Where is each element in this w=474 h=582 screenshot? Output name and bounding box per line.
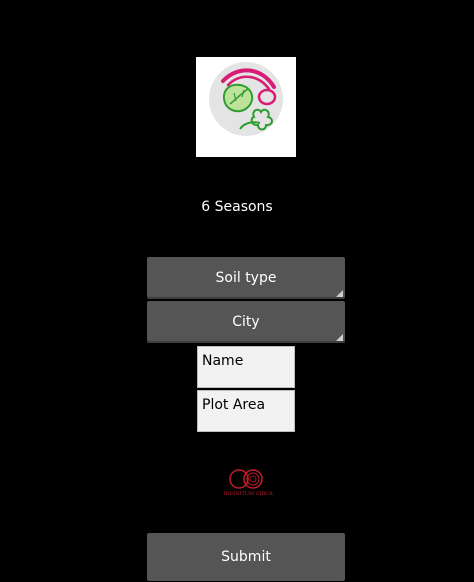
plot-area-input[interactable]: Plot Area (197, 390, 295, 432)
city-dropdown[interactable]: City (147, 301, 345, 343)
dropdown-arrow-icon (336, 334, 343, 341)
logo-caption: 6 seasons (221, 143, 271, 154)
submit-button[interactable]: Submit (147, 533, 345, 581)
sponsor-logo: INFINITUM CIRCA (217, 466, 279, 498)
dropdown-arrow-icon (336, 290, 343, 297)
vegetables-icon (209, 62, 283, 136)
app-title: 6 Seasons (201, 199, 273, 215)
city-label: City (232, 314, 260, 330)
soil-type-label: Soil type (215, 270, 277, 286)
name-placeholder: Name (202, 353, 244, 369)
app-logo: 6 seasons (196, 57, 296, 157)
sponsor-logo-text: INFINITUM CIRCA (223, 491, 273, 497)
name-input[interactable]: Name (197, 346, 295, 388)
soil-type-dropdown[interactable]: Soil type (147, 257, 345, 299)
plot-area-placeholder: Plot Area (202, 397, 266, 413)
circles-logo-icon: INFINITUM CIRCA (223, 469, 273, 497)
